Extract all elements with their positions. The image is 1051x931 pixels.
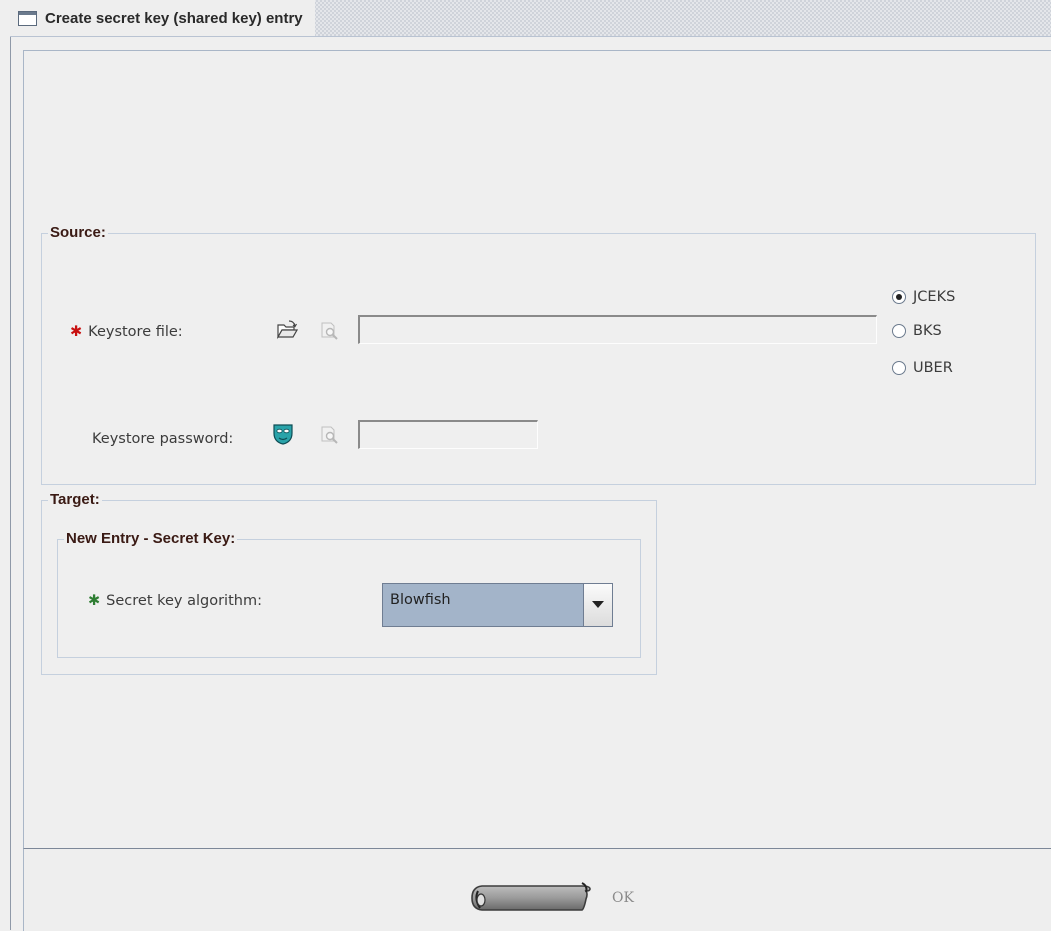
examine-magnifier-icon[interactable] (320, 321, 340, 341)
dialog-frame: Source: ✱ Keystore file: JCEKS BKS UBER … (10, 37, 1051, 931)
keystore-password-label: Keystore password: (92, 431, 234, 447)
radio-jceks[interactable]: JCEKS (892, 289, 955, 305)
password-mask-icon[interactable] (273, 423, 293, 445)
radio-uber[interactable]: UBER (892, 360, 953, 376)
target-group: Target: New Entry - Secret Key: ✱ Secret … (41, 491, 657, 675)
algorithm-label: Secret key algorithm: (106, 593, 262, 609)
radio-bks[interactable]: BKS (892, 323, 942, 339)
radio-jceks-button[interactable] (892, 290, 906, 304)
keystore-file-row-label: ✱ Keystore file: (70, 324, 183, 340)
scroll-icon (471, 882, 591, 911)
source-group: Source: ✱ Keystore file: JCEKS BKS UBER … (41, 224, 1036, 485)
radio-bks-label: BKS (913, 323, 942, 339)
required-asterisk-icon: ✱ (88, 593, 101, 609)
target-group-title: Target: (48, 491, 102, 508)
new-entry-group: New Entry - Secret Key: ✱ Secret key algo… (57, 530, 641, 658)
keystore-file-field[interactable] (358, 315, 877, 344)
dialog-content: Source: ✱ Keystore file: JCEKS BKS UBER … (23, 50, 1051, 848)
window-icon (18, 10, 37, 26)
examine-password-magnifier-icon[interactable] (320, 425, 340, 445)
radio-bks-button[interactable] (892, 324, 906, 338)
source-group-title: Source: (48, 224, 108, 241)
title-bar: Create secret key (shared key) entry (10, 0, 1051, 37)
radio-jceks-label: JCEKS (913, 289, 956, 305)
chevron-down-icon[interactable] (583, 584, 612, 626)
ok-button-label: OK (612, 890, 634, 906)
algorithm-row-label: ✱ Secret key algorithm: (88, 593, 262, 609)
ok-button[interactable]: OK (470, 881, 634, 915)
algorithm-select[interactable]: Blowfish (382, 583, 613, 627)
required-asterisk-icon: ✱ (70, 324, 83, 340)
keystore-password-field[interactable] (358, 420, 538, 449)
algorithm-select-value: Blowfish (390, 592, 451, 608)
folder-open-icon[interactable] (276, 320, 298, 340)
radio-uber-label: UBER (913, 360, 953, 376)
radio-uber-button[interactable] (892, 361, 906, 375)
window-title: Create secret key (shared key) entry (45, 9, 303, 27)
keystore-file-label: Keystore file: (88, 324, 183, 340)
new-entry-group-title: New Entry - Secret Key: (64, 530, 238, 547)
button-bar: OK (23, 848, 1051, 931)
title-area: Create secret key (shared key) entry (10, 0, 315, 36)
